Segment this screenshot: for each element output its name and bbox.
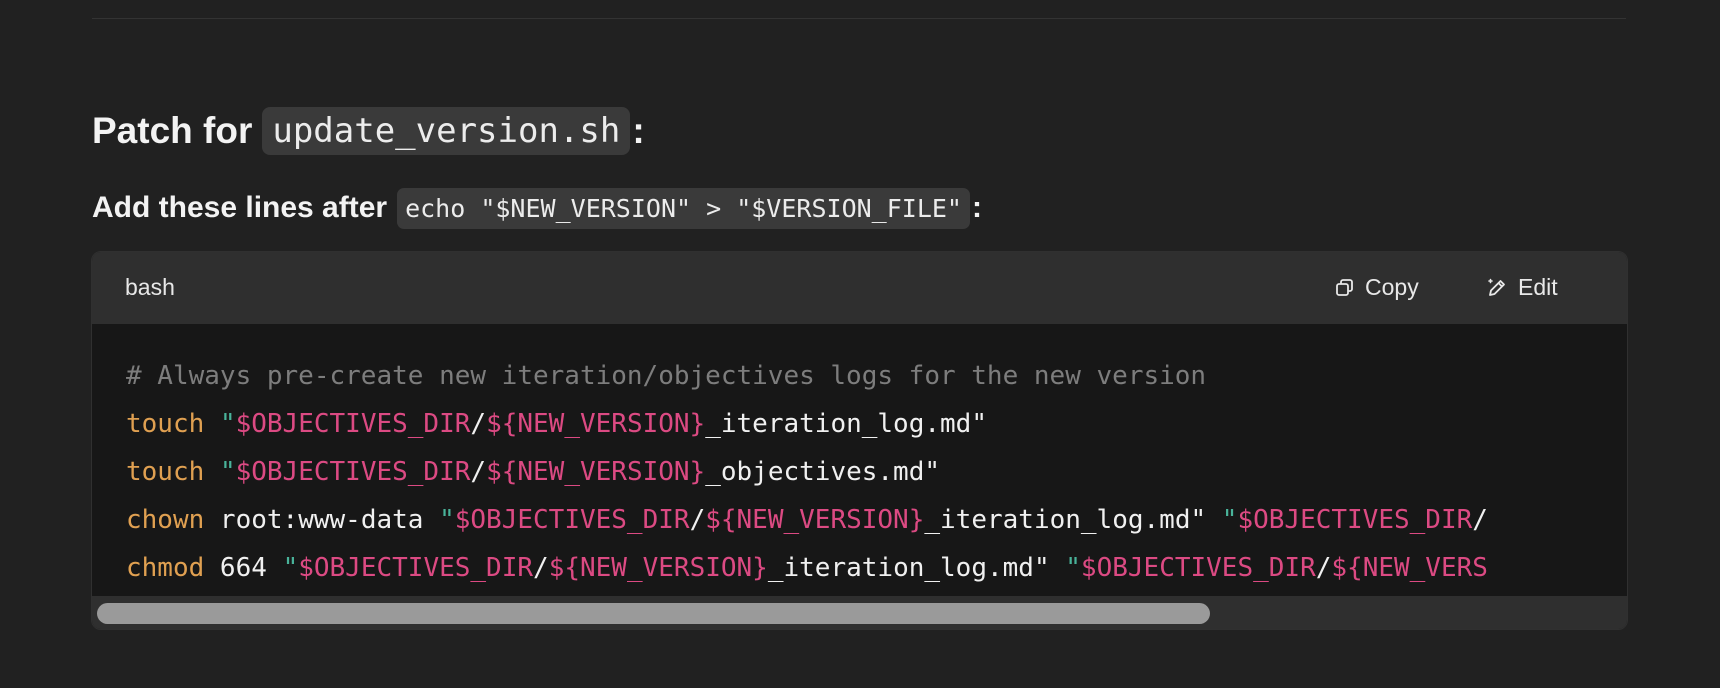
code-token-var: $OBJECTIVES_DIR <box>1237 505 1473 535</box>
copy-icon <box>1336 278 1353 296</box>
code-token-plain: _iteration_log.md" <box>705 409 987 439</box>
heading-suffix: : <box>632 110 645 151</box>
copy-button-label: Copy <box>1365 274 1419 300</box>
code-token-plain: / <box>470 457 487 487</box>
code-token-comment: # Always pre-create new iteration/object… <box>126 361 1207 391</box>
code-token-plain: / <box>1472 505 1488 535</box>
edit-button-label: Edit <box>1518 274 1558 300</box>
code-token-var: $OBJECTIVES_DIR <box>454 505 690 535</box>
horizontal-scrollbar[interactable] <box>92 596 1627 629</box>
edit-button[interactable]: Edit <box>1486 274 1558 301</box>
code-line: touch "$OBJECTIVES_DIR/${NEW_VERSION}_ob… <box>126 448 1488 496</box>
code-token-cmd: touch <box>126 409 205 439</box>
code-token-var: ${NEW_VERSION} <box>705 505 925 535</box>
code-lines: # Always pre-create new iteration/object… <box>126 352 1488 590</box>
code-token-plain: _iteration_log.md" <box>924 505 1222 535</box>
code-token-cmd: touch <box>126 457 205 487</box>
copy-button[interactable]: Copy <box>1335 274 1419 301</box>
code-token-str: " <box>219 457 236 487</box>
code-token-cmd: chmod <box>126 553 205 583</box>
code-token-var: ${NEW_VERS <box>1331 553 1488 583</box>
code-token-cmd: chown <box>126 505 205 535</box>
code-token-var: ${NEW_VERSION} <box>486 457 706 487</box>
code-token-str: " <box>282 553 299 583</box>
code-line: touch "$OBJECTIVES_DIR/${NEW_VERSION}_it… <box>126 400 1488 448</box>
code-token-plain: / <box>689 505 706 535</box>
code-block: bash Copy Edit # Always pre-create new i… <box>91 251 1628 630</box>
code-token-var: $OBJECTIVES_DIR <box>235 409 471 439</box>
code-token-var: $OBJECTIVES_DIR <box>298 553 534 583</box>
code-language-label: bash <box>125 274 175 300</box>
instruction-inline-code: echo "$NEW_VERSION" > "$VERSION_FILE" <box>397 187 970 229</box>
instruction-prefix: Add these lines after <box>92 191 388 224</box>
scrollbar-thumb[interactable] <box>97 603 1210 624</box>
code-token-var: $OBJECTIVES_DIR <box>235 457 471 487</box>
instruction-text: Add these lines after echo "$NEW_VERSION… <box>92 185 982 231</box>
code-token-var: ${NEW_VERSION} <box>548 553 768 583</box>
code-token-var: ${NEW_VERSION} <box>486 409 706 439</box>
code-line: # Always pre-create new iteration/object… <box>126 352 1488 400</box>
code-content[interactable]: # Always pre-create new iteration/object… <box>92 324 1627 590</box>
code-token-str: " <box>219 409 236 439</box>
code-token-plain: root:www-data <box>204 505 440 535</box>
patch-heading: Patch for update_version.sh : <box>92 103 645 159</box>
heading-filename-code: update_version.sh <box>262 107 631 155</box>
code-token-plain: / <box>470 409 487 439</box>
code-token-plain: / <box>533 553 549 583</box>
instruction-suffix: : <box>971 191 982 224</box>
edit-pencil-icon <box>1488 278 1505 296</box>
code-line: chown root:www-data "$OBJECTIVES_DIR/${N… <box>126 496 1488 544</box>
heading-prefix: Patch for <box>92 110 253 151</box>
code-token-plain: / <box>1315 553 1332 583</box>
code-token-plain: _iteration_log.md" <box>767 553 1066 583</box>
code-token-plain: _objectives.md" <box>705 457 941 487</box>
section-divider <box>92 18 1626 19</box>
code-block-header: bash Copy Edit <box>92 252 1627 324</box>
code-token-var: $OBJECTIVES_DIR <box>1080 553 1316 583</box>
code-token-plain: 664 <box>204 553 283 583</box>
code-token-str: " <box>1065 553 1081 583</box>
code-token-str: " <box>1221 505 1238 535</box>
code-token-str: " <box>439 505 455 535</box>
code-line: chmod 664 "$OBJECTIVES_DIR/${NEW_VERSION… <box>126 544 1488 590</box>
